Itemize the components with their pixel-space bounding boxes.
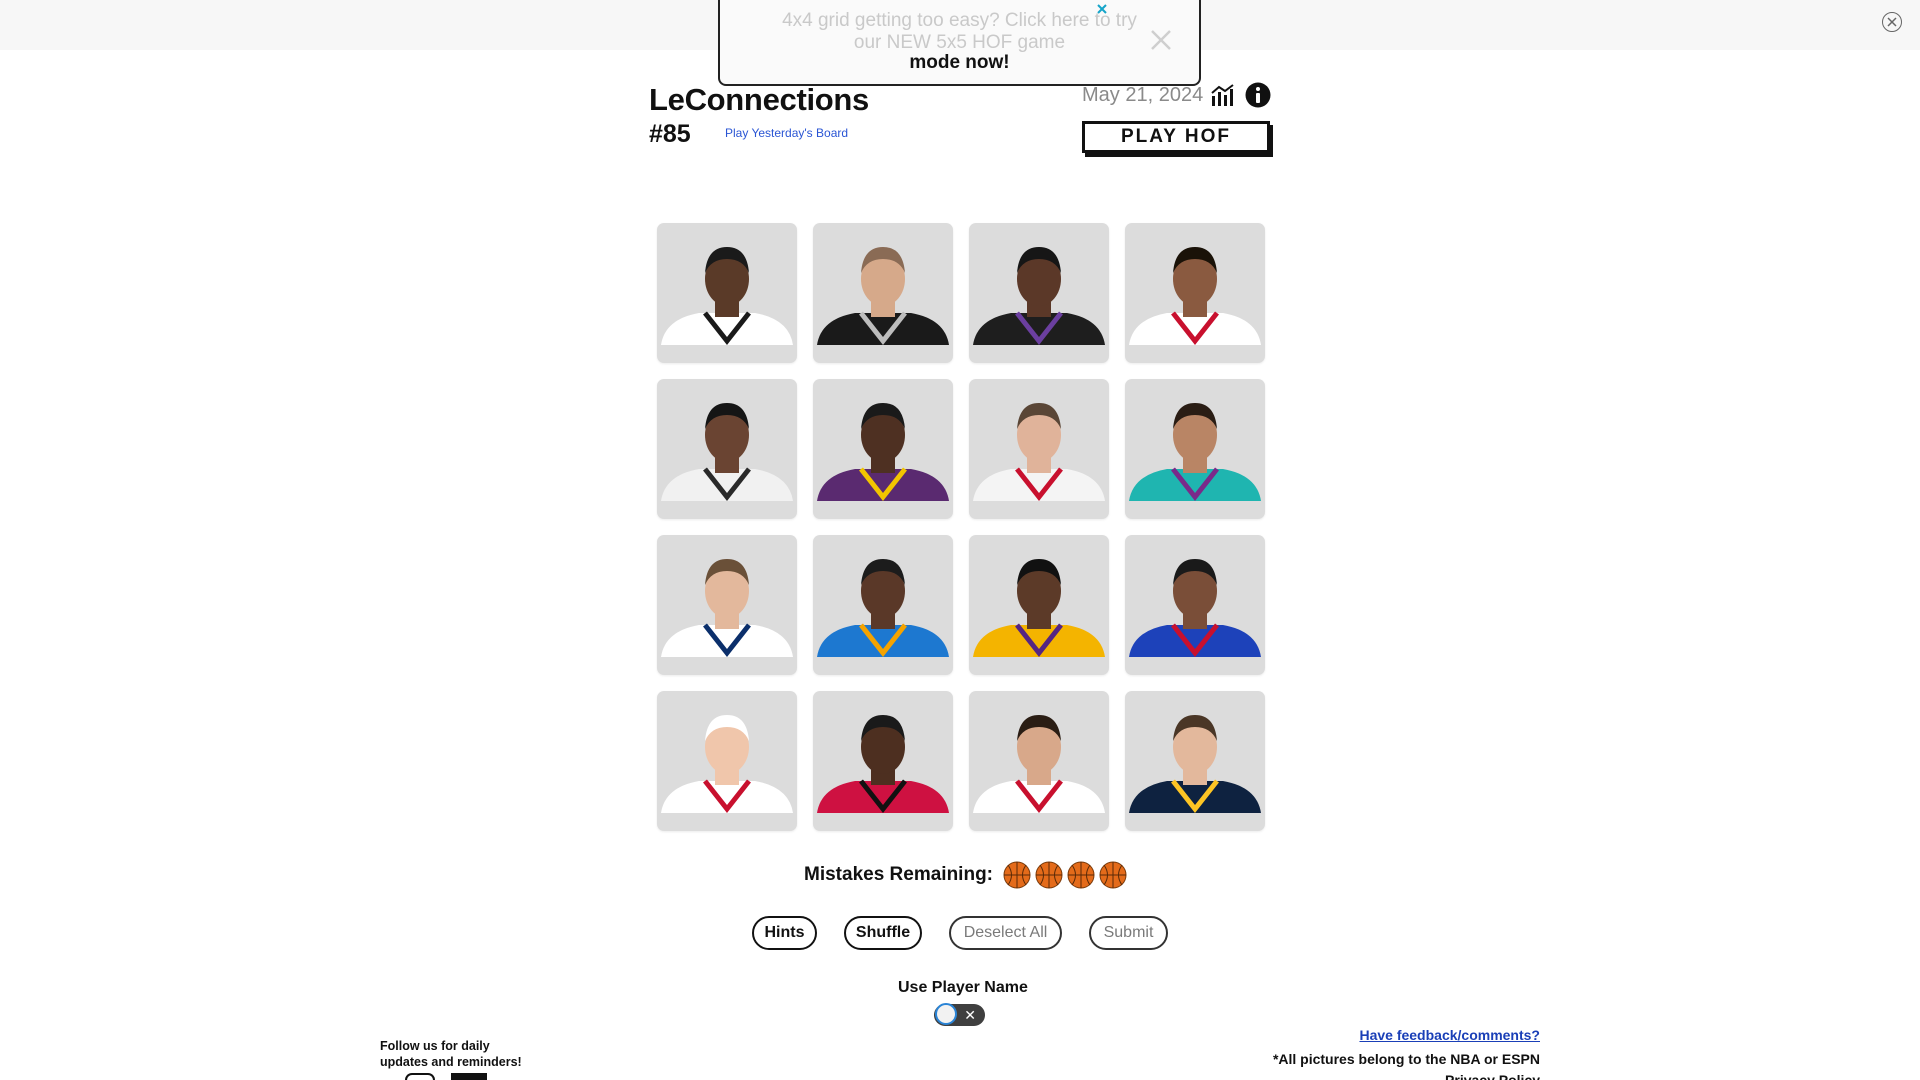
- player-tile[interactable]: [657, 535, 797, 675]
- player-portrait: [973, 715, 1105, 814]
- privacy-policy-link[interactable]: Privacy Policy: [1445, 1073, 1540, 1080]
- play-hof-button[interactable]: PLAY HOF: [1082, 121, 1270, 153]
- player-portrait: [973, 403, 1105, 502]
- player-tile[interactable]: [1125, 379, 1265, 519]
- deselect-all-button[interactable]: Deselect All: [949, 916, 1062, 950]
- submit-button[interactable]: Submit: [1089, 916, 1168, 950]
- player-portrait: [817, 247, 949, 346]
- player-portrait: [1129, 715, 1261, 814]
- mistakes-label: Mistakes Remaining:: [804, 864, 993, 885]
- shuffle-button[interactable]: Shuffle: [844, 916, 922, 950]
- close-icon[interactable]: [1882, 12, 1902, 32]
- puzzle-date: May 21, 2024: [1082, 84, 1204, 106]
- info-icon[interactable]: [1245, 82, 1271, 108]
- player-portrait: [1129, 247, 1261, 346]
- player-tile[interactable]: [969, 535, 1109, 675]
- mistakes-remaining: Mistakes Remaining:: [804, 860, 1127, 890]
- player-tile[interactable]: [813, 223, 953, 363]
- toggle-knob: [935, 1003, 957, 1025]
- basketball-icon: [1099, 861, 1127, 889]
- toggle-off-icon: ✕: [964, 1007, 976, 1023]
- page: 4x4 grid getting too easy? Click here to…: [0, 0, 1920, 1080]
- player-portrait: [661, 403, 793, 502]
- feedback-link[interactable]: Have feedback/comments?: [1359, 1027, 1540, 1043]
- stats-icon[interactable]: [1210, 83, 1236, 107]
- player-tile[interactable]: [1125, 535, 1265, 675]
- player-portrait: [973, 559, 1105, 658]
- hof-promo-notice[interactable]: 4x4 grid getting too easy? Click here to…: [718, 0, 1201, 86]
- player-portrait: [817, 403, 949, 502]
- puzzle-number: #85: [649, 120, 691, 148]
- player-portrait: [661, 715, 793, 814]
- player-portrait: [973, 247, 1105, 346]
- ad-choices-icon[interactable]: [1095, 2, 1109, 16]
- notice-bold-text: mode now!: [909, 52, 1010, 73]
- player-tile[interactable]: [657, 691, 797, 831]
- game-title: LeConnections: [649, 82, 870, 117]
- follow-us-text: Follow us for daily updates and reminder…: [380, 1039, 522, 1069]
- player-tile[interactable]: [969, 691, 1109, 831]
- player-tile[interactable]: [813, 691, 953, 831]
- use-player-name-label: Use Player Name: [898, 979, 1028, 996]
- basketball-icon: [1035, 861, 1063, 889]
- player-portrait: [817, 715, 949, 814]
- player-tile[interactable]: [969, 379, 1109, 519]
- hints-button[interactable]: Hints: [752, 916, 817, 950]
- close-glyph: [1887, 17, 1897, 27]
- basketball-icon: [1067, 861, 1095, 889]
- player-portrait: [1129, 403, 1261, 502]
- notice-close-icon[interactable]: [1149, 28, 1173, 52]
- player-tile[interactable]: [1125, 223, 1265, 363]
- player-tile[interactable]: [969, 223, 1109, 363]
- basketball-icon: [1003, 861, 1031, 889]
- x-social-icon[interactable]: [451, 1073, 487, 1080]
- player-portrait: [817, 559, 949, 658]
- player-grid: [657, 223, 1265, 831]
- player-tile[interactable]: [813, 535, 953, 675]
- play-yesterday-link[interactable]: Play Yesterday's Board: [725, 126, 848, 140]
- player-tile[interactable]: [1125, 691, 1265, 831]
- instagram-icon[interactable]: [405, 1073, 435, 1080]
- notice-faded-text: 4x4 grid getting too easy? Click here to…: [782, 10, 1137, 53]
- player-portrait: [661, 559, 793, 658]
- player-tile[interactable]: [657, 379, 797, 519]
- player-tile[interactable]: [813, 379, 953, 519]
- player-tile[interactable]: [657, 223, 797, 363]
- mistake-balls: [999, 861, 1127, 889]
- use-player-name-toggle[interactable]: ✕: [934, 1003, 985, 1026]
- player-portrait: [1129, 559, 1261, 658]
- image-credits-text: *All pictures belong to the NBA or ESPN: [1272, 1051, 1540, 1067]
- player-portrait: [661, 247, 793, 346]
